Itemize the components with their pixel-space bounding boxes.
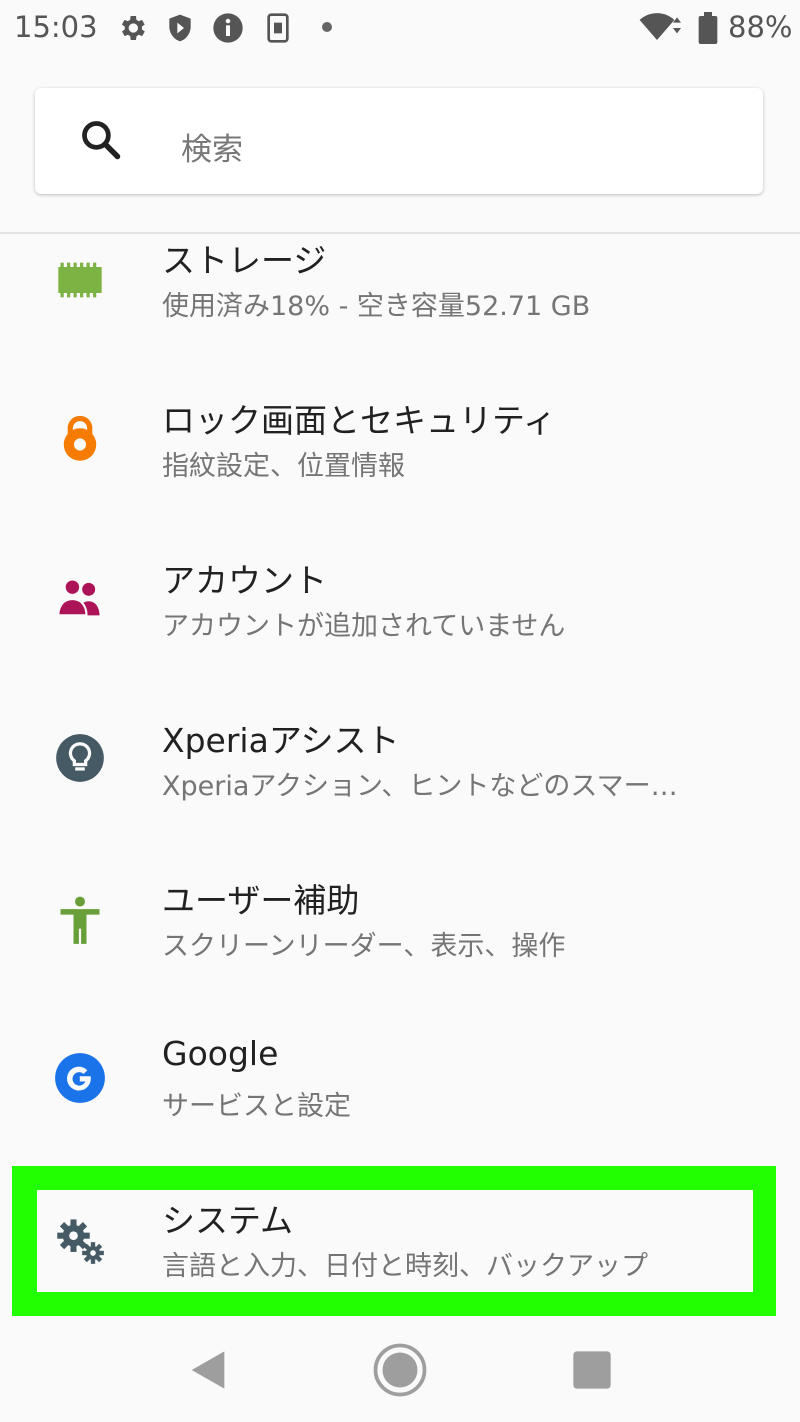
settings-item-subtitle: Xperiaアクション、ヒントなどのスマー…	[162, 771, 678, 802]
dot-icon	[322, 22, 332, 32]
settings-item-title: システム	[162, 1201, 294, 1240]
back-icon[interactable]	[180, 1342, 236, 1398]
settings-item-xperia-assist[interactable]: Xperiaアシスト Xperiaアクション、ヒントなどのスマー…	[0, 712, 800, 872]
settings-item-accessibility[interactable]: ユーザー補助 スクリーンリーダー、表示、操作	[0, 872, 800, 1032]
settings-item-title: Xperiaアシスト	[162, 721, 400, 760]
settings-item-title: ストレージ	[162, 241, 327, 280]
info-icon	[213, 13, 243, 43]
search-area: 検索	[0, 58, 800, 234]
google-icon	[55, 1053, 105, 1103]
search-input[interactable]: 検索	[181, 124, 243, 169]
settings-item-google[interactable]: Google サービスと設定	[0, 1032, 800, 1192]
settings-item-security[interactable]: ロック画面とセキュリティ 指紋設定、位置情報	[0, 392, 800, 552]
settings-item-subtitle: スクリーンリーダー、表示、操作	[162, 931, 566, 962]
gears-icon	[57, 1219, 104, 1264]
settings-item-subtitle: 言語と入力、日付と時刻、バックアップ	[162, 1251, 648, 1282]
gear-icon	[121, 16, 145, 40]
settings-item-accounts[interactable]: アカウント アカウントが追加されていません	[0, 552, 800, 712]
settings-item-title: Google	[162, 1034, 279, 1073]
wifi-icon	[639, 13, 681, 41]
status-bar: 15:03 88%	[0, 0, 800, 58]
settings-item-subtitle: 指紋設定、位置情報	[162, 451, 405, 482]
search-icon	[82, 121, 121, 160]
settings-item-subtitle: サービスと設定	[162, 1091, 351, 1122]
home-icon[interactable]	[372, 1342, 428, 1398]
settings-item-subtitle: 使用済み18% - 空き容量52.71 GB	[162, 291, 591, 322]
settings-item-storage[interactable]: ストレージ 使用済み18% - 空き容量52.71 GB	[0, 232, 800, 392]
settings-item-title: アカウント	[162, 561, 327, 600]
storage-icon	[58, 262, 102, 298]
shield-icon	[169, 14, 191, 42]
recents-icon[interactable]	[564, 1342, 620, 1398]
battery-percent: 88%	[728, 10, 793, 44]
settings-item-title: ロック画面とセキュリティ	[162, 401, 557, 440]
accounts-icon	[57, 578, 100, 617]
status-time: 15:03	[14, 10, 98, 44]
search-bar[interactable]: 検索	[35, 88, 763, 194]
battery-icon	[698, 12, 718, 44]
settings-item-subtitle: アカウントが追加されていません	[162, 611, 566, 642]
settings-item-title: ユーザー補助	[162, 881, 360, 920]
navigation-bar	[0, 1318, 800, 1422]
sim-icon	[267, 13, 289, 43]
lightbulb-icon	[56, 734, 104, 782]
lock-icon	[63, 415, 97, 461]
accessibility-icon	[60, 896, 100, 944]
